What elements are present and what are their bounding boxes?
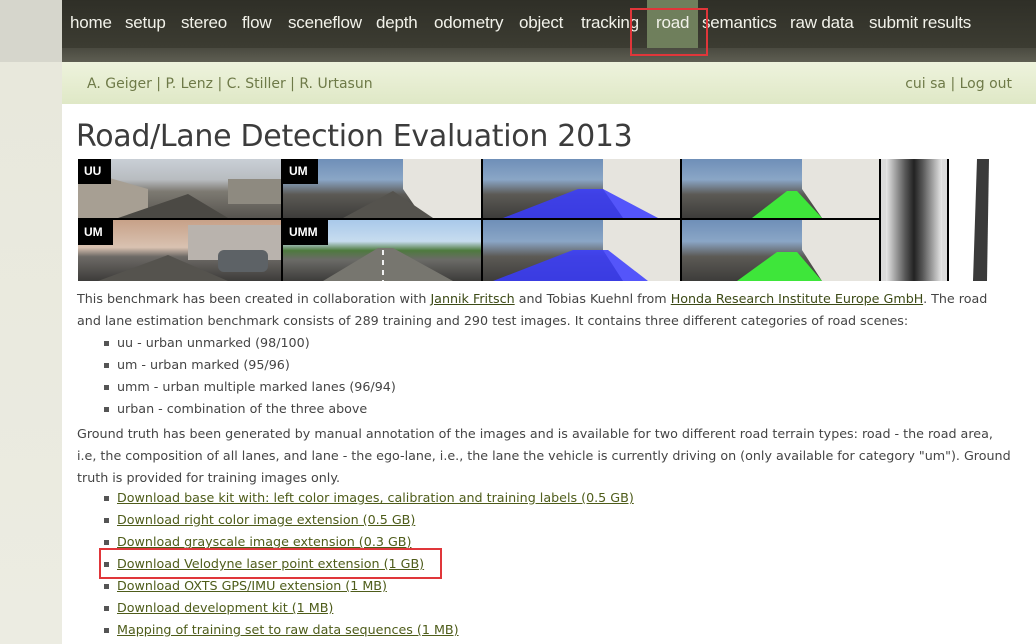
page-container: home setup stereo flow sceneflow depth o… — [62, 0, 1036, 644]
logout-link[interactable]: Log out — [960, 76, 1012, 92]
user-separator: | — [950, 76, 956, 92]
nav-underline — [62, 48, 1036, 62]
bullet — [104, 496, 109, 501]
nav-odometry[interactable]: odometry — [434, 13, 503, 35]
nav-stereo[interactable]: stereo — [181, 13, 227, 35]
list-item: um - urban marked (95/96) — [104, 354, 396, 376]
list-item: Download Velodyne laser point extension … — [104, 553, 634, 575]
user-bar: cui sa | Log out — [905, 76, 1012, 92]
download-base-kit-link[interactable]: Download base kit with: left color image… — [117, 490, 634, 505]
bullet — [104, 562, 109, 567]
probability-map-graphic — [886, 159, 942, 281]
road-overlay-blue-2 — [493, 220, 680, 281]
top-navigation: home setup stereo flow sceneflow depth o… — [62, 0, 1036, 48]
download-velodyne-link[interactable]: Download Velodyne laser point extension … — [117, 556, 424, 571]
nav-object[interactable]: object — [519, 13, 563, 35]
image-label-um-1: UM — [283, 159, 318, 184]
download-devkit-link[interactable]: Download development kit (1 MB) — [117, 600, 333, 615]
nav-sceneflow[interactable]: sceneflow — [288, 13, 362, 35]
category-uu: uu - urban unmarked (98/100) — [117, 335, 310, 350]
list-item: Download grayscale image extension (0.3 … — [104, 531, 634, 553]
download-right-color-link[interactable]: Download right color image extension (0.… — [117, 512, 415, 527]
link-jannik-fritsch[interactable]: Jannik Fritsch — [430, 291, 514, 306]
nav-home[interactable]: home — [70, 13, 112, 35]
lane-mask-graphic — [973, 159, 989, 281]
list-item: Download right color image extension (0.… — [104, 509, 634, 531]
list-item: urban - combination of the three above — [104, 398, 396, 420]
example-image-road-blue-1 — [483, 159, 680, 218]
example-image-lane-green-2 — [682, 220, 879, 281]
ground-truth-paragraph: Ground truth has been generated by manua… — [77, 426, 1011, 485]
download-oxts-link[interactable]: Download OXTS GPS/IMU extension (1 MB) — [117, 578, 387, 593]
bullet — [104, 385, 109, 390]
example-image-lane-green-1 — [682, 159, 879, 218]
example-image-strip: UU UM UM UMM — [78, 159, 1013, 281]
example-image-uu: UU — [78, 159, 281, 218]
image-label-umm: UMM — [283, 220, 328, 245]
example-image-umm: UMM — [283, 220, 481, 281]
example-image-road-blue-2 — [483, 220, 680, 281]
download-list: Download base kit with: left color image… — [104, 487, 634, 641]
bullet — [104, 363, 109, 368]
authors-line: A. Geiger | P. Lenz | C. Stiller | R. Ur… — [87, 76, 373, 92]
image-label-um-2: UM — [78, 220, 113, 245]
nav-setup[interactable]: setup — [125, 13, 166, 35]
page-title: Road/Lane Detection Evaluation 2013 — [76, 119, 633, 154]
image-label-uu: UU — [78, 159, 112, 184]
bullet — [104, 407, 109, 412]
example-image-um-2: UM — [78, 220, 281, 281]
bullet — [104, 628, 109, 633]
list-item: umm - urban multiple marked lanes (96/94… — [104, 376, 396, 398]
raw-data-mapping-link[interactable]: Mapping of training set to raw data sequ… — [117, 622, 459, 637]
bullet — [104, 341, 109, 346]
category-umm: umm - urban multiple marked lanes (96/94… — [117, 379, 396, 394]
intro-paragraph: This benchmark has been created in colla… — [77, 288, 1014, 332]
list-item: Download OXTS GPS/IMU extension (1 MB) — [104, 575, 634, 597]
birdseye-lane-mask — [949, 159, 1013, 281]
example-image-um-1: UM — [283, 159, 481, 218]
nav-depth[interactable]: depth — [376, 13, 418, 35]
username-link[interactable]: cui sa — [905, 76, 946, 92]
road-overlay-blue-1 — [503, 159, 680, 218]
category-list: uu - urban unmarked (98/100) um - urban … — [104, 332, 396, 420]
list-item: Download development kit (1 MB) — [104, 597, 634, 619]
category-urban: urban - combination of the three above — [117, 401, 368, 416]
list-item: Download base kit with: left color image… — [104, 487, 634, 509]
nav-flow[interactable]: flow — [242, 13, 272, 35]
link-honda-research[interactable]: Honda Research Institute Europe GmbH — [671, 291, 923, 306]
bullet — [104, 584, 109, 589]
intro-text-2: and Tobias Kuehnl from — [514, 291, 671, 306]
bullet — [104, 540, 109, 545]
list-item: uu - urban unmarked (98/100) — [104, 332, 396, 354]
intro-text-1: This benchmark has been created in colla… — [77, 291, 431, 306]
nav-submit-results[interactable]: submit results — [869, 13, 971, 35]
category-um: um - urban marked (95/96) — [117, 357, 290, 372]
nav-raw-data[interactable]: raw data — [790, 13, 854, 35]
download-grayscale-link[interactable]: Download grayscale image extension (0.3 … — [117, 534, 411, 549]
lane-overlay-green-1 — [752, 159, 879, 218]
bullet — [104, 518, 109, 523]
list-item: Mapping of training set to raw data sequ… — [104, 619, 634, 641]
nav-tracking[interactable]: tracking — [581, 13, 639, 35]
birdseye-probability-map — [881, 159, 947, 281]
nav-road[interactable]: road — [647, 0, 698, 48]
lane-overlay-green-2 — [737, 220, 879, 281]
bullet — [104, 606, 109, 611]
nav-semantics[interactable]: semantics — [702, 13, 777, 35]
